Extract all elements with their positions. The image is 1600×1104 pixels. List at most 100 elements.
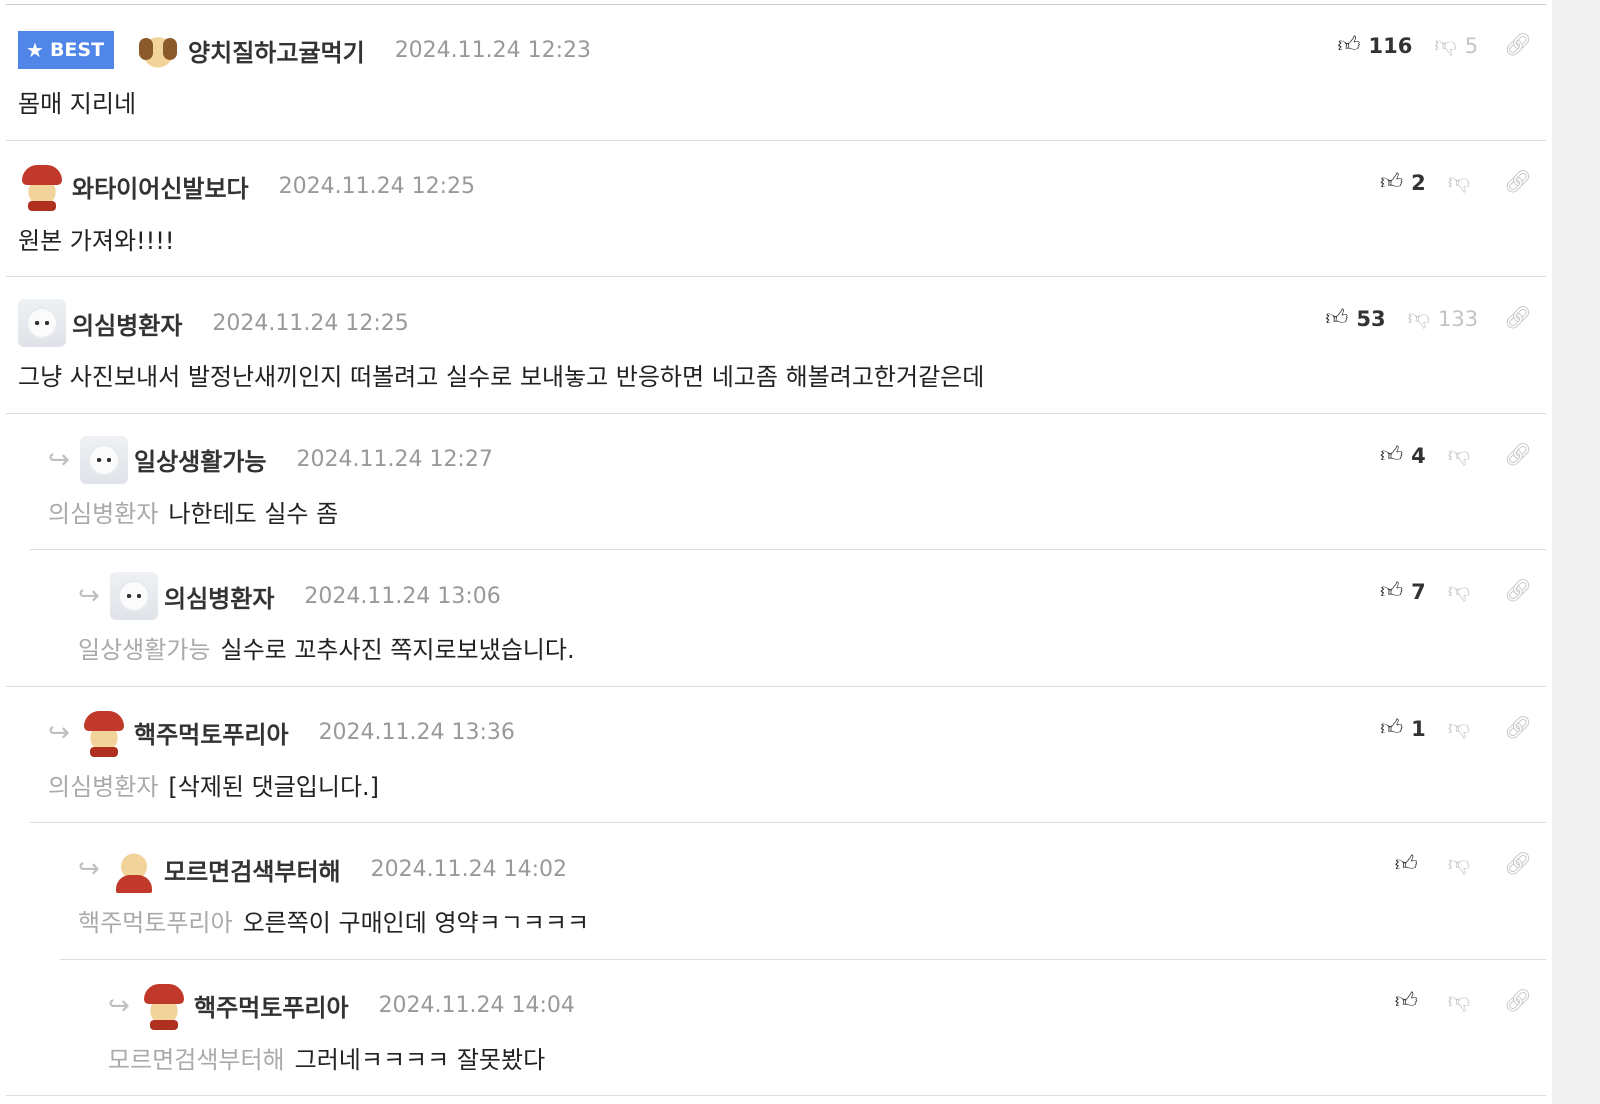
reply-mention[interactable]: 의심병환자 [48,500,158,528]
comment-author[interactable]: 의심병환자 [164,579,274,614]
comment-header: ★ BEST 양치질하고귤먹기 2024.11.24 12:23 [18,24,591,76]
reply-arrow-icon: ↪ [78,854,100,884]
thumbs-down-icon: 👎︎ [1447,988,1471,1014]
comment-author[interactable]: 핵주먹토푸리아 [194,988,349,1023]
link-icon[interactable]: 🔗︎ [1504,990,1532,1013]
comment-item: ★ BEST 양치질하고귤먹기 2024.11.24 12:23 👍︎ 116 👎︎ 5 🔗︎ 몸… [6,4,1546,141]
comment-actions: 👍︎ 7 👎︎ 🔗︎ [1380,572,1532,612]
comment-actions: 👍︎ 4 👎︎ 🔗︎ [1380,436,1532,476]
comment-date: 2024.11.24 12:25 [212,310,409,336]
avatar[interactable] [110,572,158,620]
avatar[interactable] [18,299,66,347]
scrollbar[interactable] [1552,0,1600,1104]
comment-text: 몸매 지리네 [18,90,137,118]
avatar[interactable] [80,708,128,757]
comment-header: ↪ 일상생활가능 2024.11.24 12:27 [48,434,493,486]
comment-header: 와타이어신발보다 2024.11.24 12:25 [18,161,475,213]
thumbs-up-icon: 👍︎ [1380,442,1404,468]
comment-date: 2024.11.24 14:04 [378,993,575,1018]
avatar[interactable] [140,981,188,1030]
like-count: 53 [1356,307,1386,331]
comment-body: 의심병환자 [삭제된 댓글입니다.] [48,767,379,802]
comment-actions: 👍︎ 53 👎︎ 133 🔗︎ [1325,299,1532,339]
thumbs-up-icon: 👍︎ [1394,852,1418,877]
comment-item: 의심병환자 2024.11.24 12:25 👍︎ 53 👎︎ 133 🔗︎ 그냥 사진보내서… [6,277,1546,414]
like-count: 1 [1411,716,1426,741]
thumbs-up-icon: 👍︎ [1337,33,1361,58]
comment-author[interactable]: 모르면검색부터해 [164,852,341,887]
comment-header: 의심병환자 2024.11.24 12:25 [18,297,409,349]
like-button[interactable]: 👍︎ 116 [1338,34,1413,58]
comment-actions: 👍︎ 👎︎ 🔗︎ [1395,845,1532,885]
comment-author[interactable]: 와타이어신발보다 [72,169,249,204]
comment-date: 2024.11.24 13:06 [304,583,501,609]
avatar[interactable] [110,845,158,893]
like-button[interactable]: 👍︎ [1395,854,1426,876]
like-button[interactable]: 👍︎ 53 [1325,307,1385,331]
thumbs-down-icon: 👎︎ [1447,169,1471,195]
comment-item: ↪ 핵주먹토푸리아 2024.11.24 14:04 👍︎ 👎︎ 🔗︎ 모르면검색부터해 그러… [6,960,1546,1096]
comment-header: ↪ 의심병환자 2024.11.24 13:06 [78,570,501,622]
dislike-count: 133 [1437,307,1479,331]
comment-date: 2024.11.24 12:23 [394,37,592,63]
comment-date: 2024.11.24 14:02 [370,856,567,882]
comment-item: ↪ 모르면검색부터해 2024.11.24 14:02 👍︎ 👎︎ 🔗︎ 핵주먹토푸리아 오른… [60,823,1546,960]
link-icon[interactable]: 🔗︎ [1504,444,1532,467]
comment-list: ★ BEST 양치질하고귤먹기 2024.11.24 12:23 👍︎ 116 👎︎ 5 🔗︎ 몸… [0,0,1552,1104]
comment-author[interactable]: 일상생활가능 [134,442,266,477]
link-icon[interactable]: 🔗︎ [1504,581,1532,603]
comment-body: 의심병환자 나한테도 실수 좀 [48,494,338,529]
reply-mention[interactable]: 모르면검색부터해 [108,1046,285,1074]
link-icon[interactable]: 🔗︎ [1504,171,1532,194]
like-button[interactable]: 👍︎ 7 [1380,580,1426,604]
comment-actions: 👍︎ 116 👎︎ 5 🔗︎ [1338,26,1533,66]
comment-actions: 👍︎ 2 👎︎ 🔗︎ [1380,163,1532,203]
link-icon[interactable]: 🔗︎ [1504,854,1532,876]
thumbs-down-icon: 👎︎ [1447,715,1471,741]
thumbs-down-icon: 👎︎ [1447,852,1471,877]
comment-text: 원본 가져와!!!! [18,226,175,255]
avatar[interactable] [134,26,183,74]
comment-header: ↪ 핵주먹토푸리아 2024.11.24 13:36 [48,707,515,759]
reply-arrow-icon: ↪ [48,444,70,475]
dislike-button[interactable]: 👎︎ [1448,444,1478,467]
dislike-button[interactable]: 👎︎ 5 [1434,34,1478,58]
best-label: BEST [49,39,105,61]
thumbs-up-icon: 👍︎ [1380,169,1404,195]
dislike-button[interactable]: 👎︎ [1447,715,1478,741]
comment-text: 실수로 꼬추사진 쪽지로보냈습니다. [220,636,575,664]
avatar[interactable] [18,162,66,211]
dislike-button[interactable]: 👎︎ 133 [1408,307,1478,331]
comment-date: 2024.11.24 12:27 [296,447,493,472]
like-count: 7 [1411,580,1426,604]
thumbs-up-icon: 👍︎ [1325,306,1349,331]
dislike-button[interactable]: 👎︎ [1448,854,1478,876]
comment-header: ↪ 핵주먹토푸리아 2024.11.24 14:04 [108,980,575,1032]
like-count: 4 [1411,443,1426,468]
dislike-button[interactable]: 👎︎ [1448,581,1478,603]
comment-item: ↪ 일상생활가능 2024.11.24 12:27 👍︎ 4 👎︎ 🔗︎ 의심병환자 나한테도 … [30,414,1546,550]
like-button[interactable]: 👍︎ [1395,990,1426,1013]
comment-text: 그러네ㅋㅋㅋㅋ 잘못봤다 [294,1045,546,1074]
like-button[interactable]: 👍︎ 4 [1380,444,1426,468]
comment-author[interactable]: 핵주먹토푸리아 [134,715,289,750]
thumbs-down-icon: 👎︎ [1434,33,1457,58]
dislike-button[interactable]: 👎︎ [1447,169,1478,195]
comment-author[interactable]: 양치질하고귤먹기 [188,33,365,68]
comment-author[interactable]: 의심병환자 [72,306,182,341]
reply-mention[interactable]: 핵주먹토푸리아 [78,909,233,937]
divider [6,1095,1546,1096]
like-count: 2 [1411,170,1426,195]
dislike-button[interactable]: 👎︎ [1447,988,1478,1014]
link-icon[interactable]: 🔗︎ [1504,308,1532,330]
reply-mention[interactable]: 의심병환자 [48,773,158,801]
reply-mention[interactable]: 일상생활가능 [78,636,210,664]
comment-body: 모르면검색부터해 그러네ㅋㅋㅋㅋ 잘못봤다 [108,1040,545,1075]
star-icon: ★ [26,38,44,62]
link-icon[interactable]: 🔗︎ [1504,717,1532,740]
reply-arrow-icon: ↪ [108,990,130,1021]
like-button[interactable]: 👍︎ 2 [1380,171,1426,195]
link-icon[interactable]: 🔗︎ [1504,35,1532,57]
like-button[interactable]: 👍︎ 1 [1380,717,1426,741]
avatar[interactable] [80,435,128,484]
